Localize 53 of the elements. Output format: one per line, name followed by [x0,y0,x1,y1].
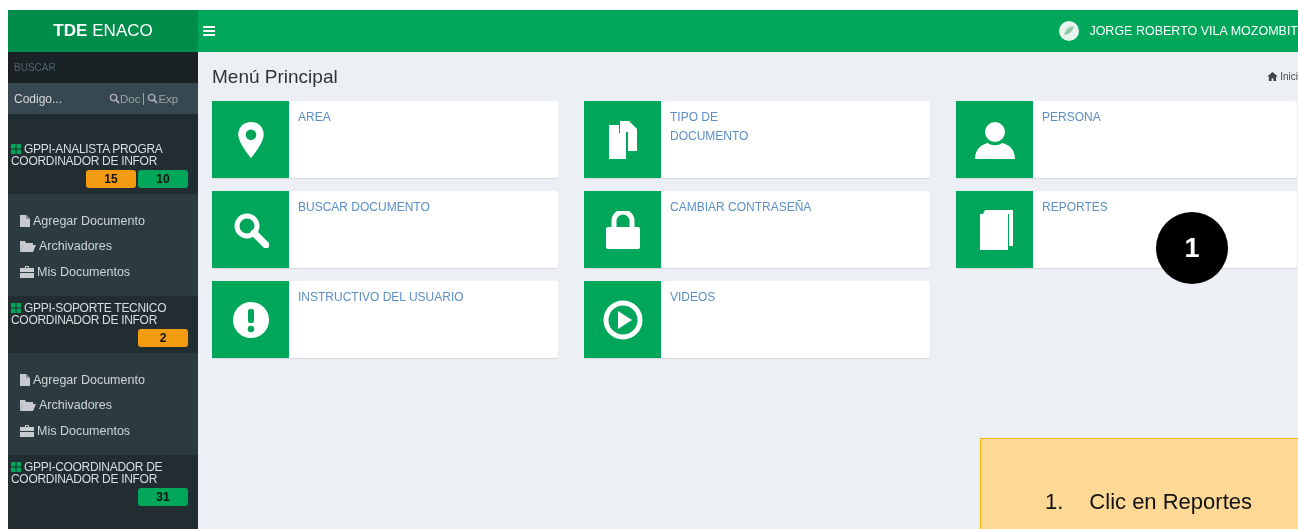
file-icon [20,373,30,386]
code-search-field[interactable]: Codigo... [14,91,109,106]
search-doc-button[interactable]: Doc [109,92,141,105]
menu-item[interactable]: Archivadores [39,239,112,254]
group-subtitle: COORDINADOR DE INFOR [11,155,158,167]
menu-tile[interactable]: BUSCAR DOCUMENTO [212,191,558,268]
search-icon [232,211,269,248]
menu-tile[interactable]: CAMBIAR CONTRASEÑA [584,191,930,268]
person-icon [974,120,1015,159]
search-label: BUSCAR [8,52,198,83]
menu-item[interactable]: Mis Documentos [37,265,131,279]
menu-tile[interactable]: AREA [212,101,558,178]
menu-tile[interactable]: INSTRUCTIVO DEL USUARIO [212,281,558,358]
menu-item[interactable]: Mis Documentos [37,423,131,438]
menu-item[interactable]: Agregar Documento [33,372,145,387]
count-badge: 10 [138,170,188,188]
home-icon [1267,72,1279,81]
map-pin-icon [237,121,264,158]
page-title: Menú Principal [212,65,338,88]
exclamation-icon [232,301,269,338]
user-name[interactable]: JORGE ROBERTO VILA MOZOMBIT [1089,24,1298,38]
search-exp-button[interactable]: Exp [147,92,179,105]
play-icon [602,299,643,340]
folder-icon [20,240,36,253]
brand-logo[interactable]: TDE ENACO [8,10,198,52]
briefcase-icon [20,266,34,278]
menu-item[interactable]: Agregar Documento [33,213,145,228]
menu-icon[interactable] [203,26,215,36]
folder-icon [20,399,36,412]
grid-icon [11,302,21,313]
count-badge: 2 [138,328,188,347]
group-subtitle: COORDINADOR DE INFOR [11,472,158,485]
search-icon [147,93,159,104]
menu-tile[interactable]: VIDEOS [584,281,930,358]
leaf-avatar-icon[interactable] [1059,21,1080,41]
group-title[interactable]: GPPI-COORDINADOR DE [24,460,163,473]
grid-icon [11,461,21,472]
breadcrumb-link[interactable]: Inici [1280,71,1298,82]
lock-icon [605,210,640,249]
briefcase-icon [20,424,34,437]
instruction-note: 1. Clic en Reportes [980,438,1298,529]
menu-tile[interactable]: TIPO DE DOCUMENTO [584,101,930,178]
search-icon [109,93,120,104]
group-title[interactable]: GPPI-ANALISTA PROGRA [24,143,163,155]
count-badge: 31 [138,487,188,506]
menu-item[interactable]: Archivadores [39,398,112,413]
file-icon [20,214,30,227]
group-title[interactable]: GPPI-SOPORTE TECNICO [24,301,167,314]
menu-tile[interactable]: PERSONA [956,101,1297,178]
count-badge: 15 [86,170,136,188]
group-subtitle: COORDINADOR DE INFOR [11,313,158,326]
documents-icon [608,120,637,159]
grid-icon [11,144,21,154]
